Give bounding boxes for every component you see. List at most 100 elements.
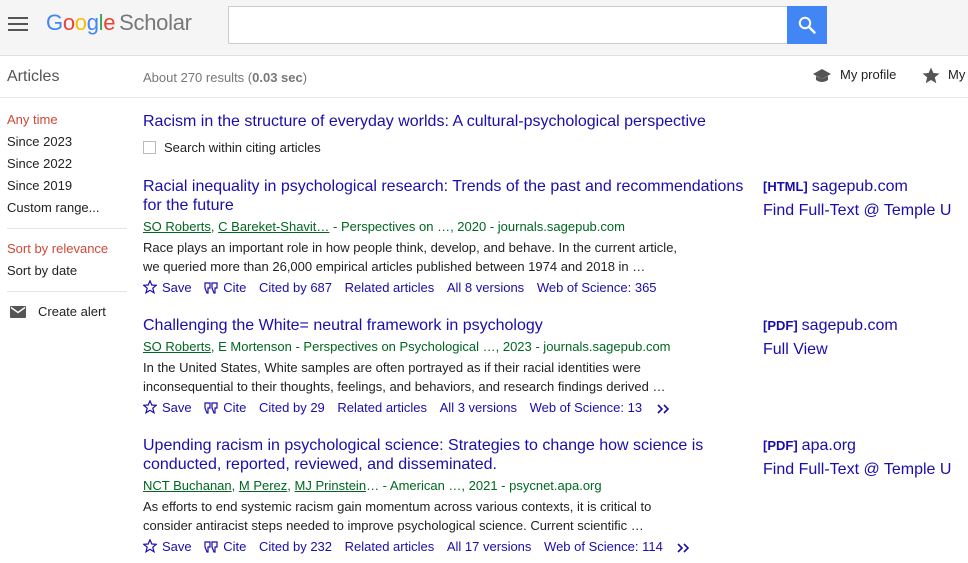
my-profile-link[interactable]: My profile [812, 67, 896, 84]
author-link[interactable]: MJ Prinstein [295, 478, 367, 493]
section-label: Articles [7, 68, 60, 85]
filter-any-time[interactable]: Any time [7, 112, 127, 134]
sort-by-relevance[interactable]: Sort by relevance [7, 241, 127, 263]
author-link[interactable]: SO Roberts [143, 219, 211, 234]
fulltext-link[interactable]: [PDF] apa.org [763, 434, 856, 458]
my-library-label: My [948, 67, 966, 82]
star-outline-icon [142, 538, 158, 554]
cite-label: Cite [223, 280, 247, 295]
save-label: Save [162, 539, 192, 554]
author-link[interactable]: NCT Buchanan [143, 478, 232, 493]
more-chevron-icon[interactable] [677, 538, 696, 556]
logo-letter: e [103, 10, 116, 35]
menu-icon[interactable] [8, 14, 30, 32]
save-label: Save [162, 280, 192, 295]
result-source: - Perspectives on …, 2020 - journals.sag… [329, 219, 625, 234]
star-outline-icon [142, 399, 158, 415]
all-versions-link[interactable]: All 3 versions [440, 399, 517, 417]
save-button[interactable]: Save [142, 538, 192, 556]
full-view-link[interactable]: Full View [763, 338, 828, 362]
cited-article-title[interactable]: Racism in the structure of everyday worl… [143, 112, 753, 132]
author-link[interactable]: SO Roberts [143, 339, 211, 354]
all-versions-link[interactable]: All 17 versions [447, 538, 532, 556]
author-name: , E Mortenson [210, 339, 292, 354]
cite-button[interactable]: Cite [204, 538, 246, 556]
logo-letter: o [74, 10, 87, 35]
all-versions-link[interactable]: All 8 versions [447, 279, 524, 297]
web-of-science-link[interactable]: Web of Science: 365 [537, 279, 657, 297]
more-chevron-icon[interactable] [657, 399, 676, 417]
related-articles-link[interactable]: Related articles [337, 399, 427, 417]
divider [7, 291, 127, 292]
quote-icon [204, 402, 218, 414]
search-within-citing[interactable]: Search within citing articles [143, 140, 753, 160]
cited-by-link[interactable]: Cited by 29 [259, 399, 325, 417]
cited-by-link[interactable]: Cited by 232 [259, 538, 332, 556]
sort-by-date[interactable]: Sort by date [7, 263, 127, 285]
results-suffix: ) [302, 70, 308, 85]
related-articles-link[interactable]: Related articles [345, 538, 435, 556]
result-snippet: Race plays an important role in how peop… [143, 240, 678, 274]
create-alert-label: Create alert [38, 304, 106, 319]
result-actions: Save Cite Cited by 687 Related articles … [142, 279, 753, 297]
star-outline-icon [142, 279, 158, 295]
search-result: Racial inequality in psychological resea… [142, 177, 753, 297]
author-link[interactable]: M Perez [239, 478, 287, 493]
search-within-checkbox[interactable] [143, 141, 156, 154]
library-link[interactable]: Find Full-Text @ Temple U [763, 458, 951, 482]
logo-product-name: Scholar [119, 10, 192, 35]
quote-icon [204, 282, 218, 294]
my-library-link[interactable]: My [922, 67, 965, 84]
search-within-label: Search within citing articles [164, 140, 321, 155]
web-of-science-link[interactable]: Web of Science: 13 [530, 399, 643, 417]
fulltext-type: [HTML] [763, 179, 808, 194]
google-scholar-logo[interactable]: Google Scholar [46, 10, 192, 36]
cite-button[interactable]: Cite [204, 399, 246, 417]
save-button[interactable]: Save [142, 279, 192, 297]
save-label: Save [162, 400, 192, 415]
search-result: Upending racism in psychological science… [142, 436, 753, 556]
results-time: 0.03 sec [252, 70, 303, 85]
result-title[interactable]: Upending racism in psychological science… [143, 436, 753, 474]
search-button[interactable] [787, 6, 827, 44]
logo-letter: G [46, 10, 63, 35]
result-authors: NCT Buchanan, M Perez, MJ Prinstein… - A… [143, 478, 602, 493]
fulltext-link[interactable]: [HTML] sagepub.com [763, 175, 908, 199]
results-count: About 270 results (0.03 sec) [143, 70, 307, 85]
logo-letter: o [62, 10, 75, 35]
result-authors: SO Roberts, C Bareket-Shavit… - Perspect… [143, 219, 625, 234]
cite-label: Cite [223, 539, 247, 554]
cited-by-link[interactable]: Cited by 687 [259, 279, 332, 297]
divider [7, 228, 127, 229]
cited-article-header: Racism in the structure of everyday worl… [143, 112, 753, 160]
result-actions: Save Cite Cited by 232 Related articles … [142, 538, 753, 556]
create-alert-button[interactable]: Create alert [7, 304, 127, 319]
search-icon [798, 16, 816, 34]
fulltext-link[interactable]: [PDF] sagepub.com [763, 314, 898, 338]
web-of-science-link[interactable]: Web of Science: 114 [544, 538, 663, 556]
filter-since-2023[interactable]: Since 2023 [7, 134, 127, 156]
search-result: Challenging the White= neutral framework… [142, 316, 753, 417]
result-title[interactable]: Racial inequality in psychological resea… [143, 177, 753, 215]
filter-since-2022[interactable]: Since 2022 [7, 156, 127, 178]
author-link[interactable]: C Bareket-Shavit… [218, 219, 329, 234]
results-prefix: About 270 results ( [143, 70, 253, 85]
result-authors: SO Roberts, E Mortenson - Perspectives o… [143, 338, 753, 356]
quote-icon [204, 541, 218, 553]
result-title[interactable]: Challenging the White= neutral framework… [143, 316, 753, 335]
filter-since-2019[interactable]: Since 2019 [7, 178, 127, 200]
fulltext-domain: sagepub.com [811, 178, 908, 195]
star-icon [922, 67, 940, 84]
graduation-cap-icon [813, 68, 831, 82]
cite-label: Cite [223, 400, 247, 415]
library-link[interactable]: Find Full-Text @ Temple U [763, 199, 951, 223]
save-button[interactable]: Save [142, 399, 192, 417]
logo-letter: g [86, 10, 99, 35]
filter-custom-range[interactable]: Custom range... [7, 200, 127, 222]
related-articles-link[interactable]: Related articles [345, 279, 435, 297]
cite-button[interactable]: Cite [204, 279, 246, 297]
result-actions: Save Cite Cited by 29 Related articles A… [142, 399, 753, 417]
result-source: … - American …, 2021 - psycnet.apa.org [366, 478, 602, 493]
search-input[interactable] [228, 6, 788, 44]
filter-sidebar: Any time Since 2023 Since 2022 Since 201… [7, 112, 127, 319]
